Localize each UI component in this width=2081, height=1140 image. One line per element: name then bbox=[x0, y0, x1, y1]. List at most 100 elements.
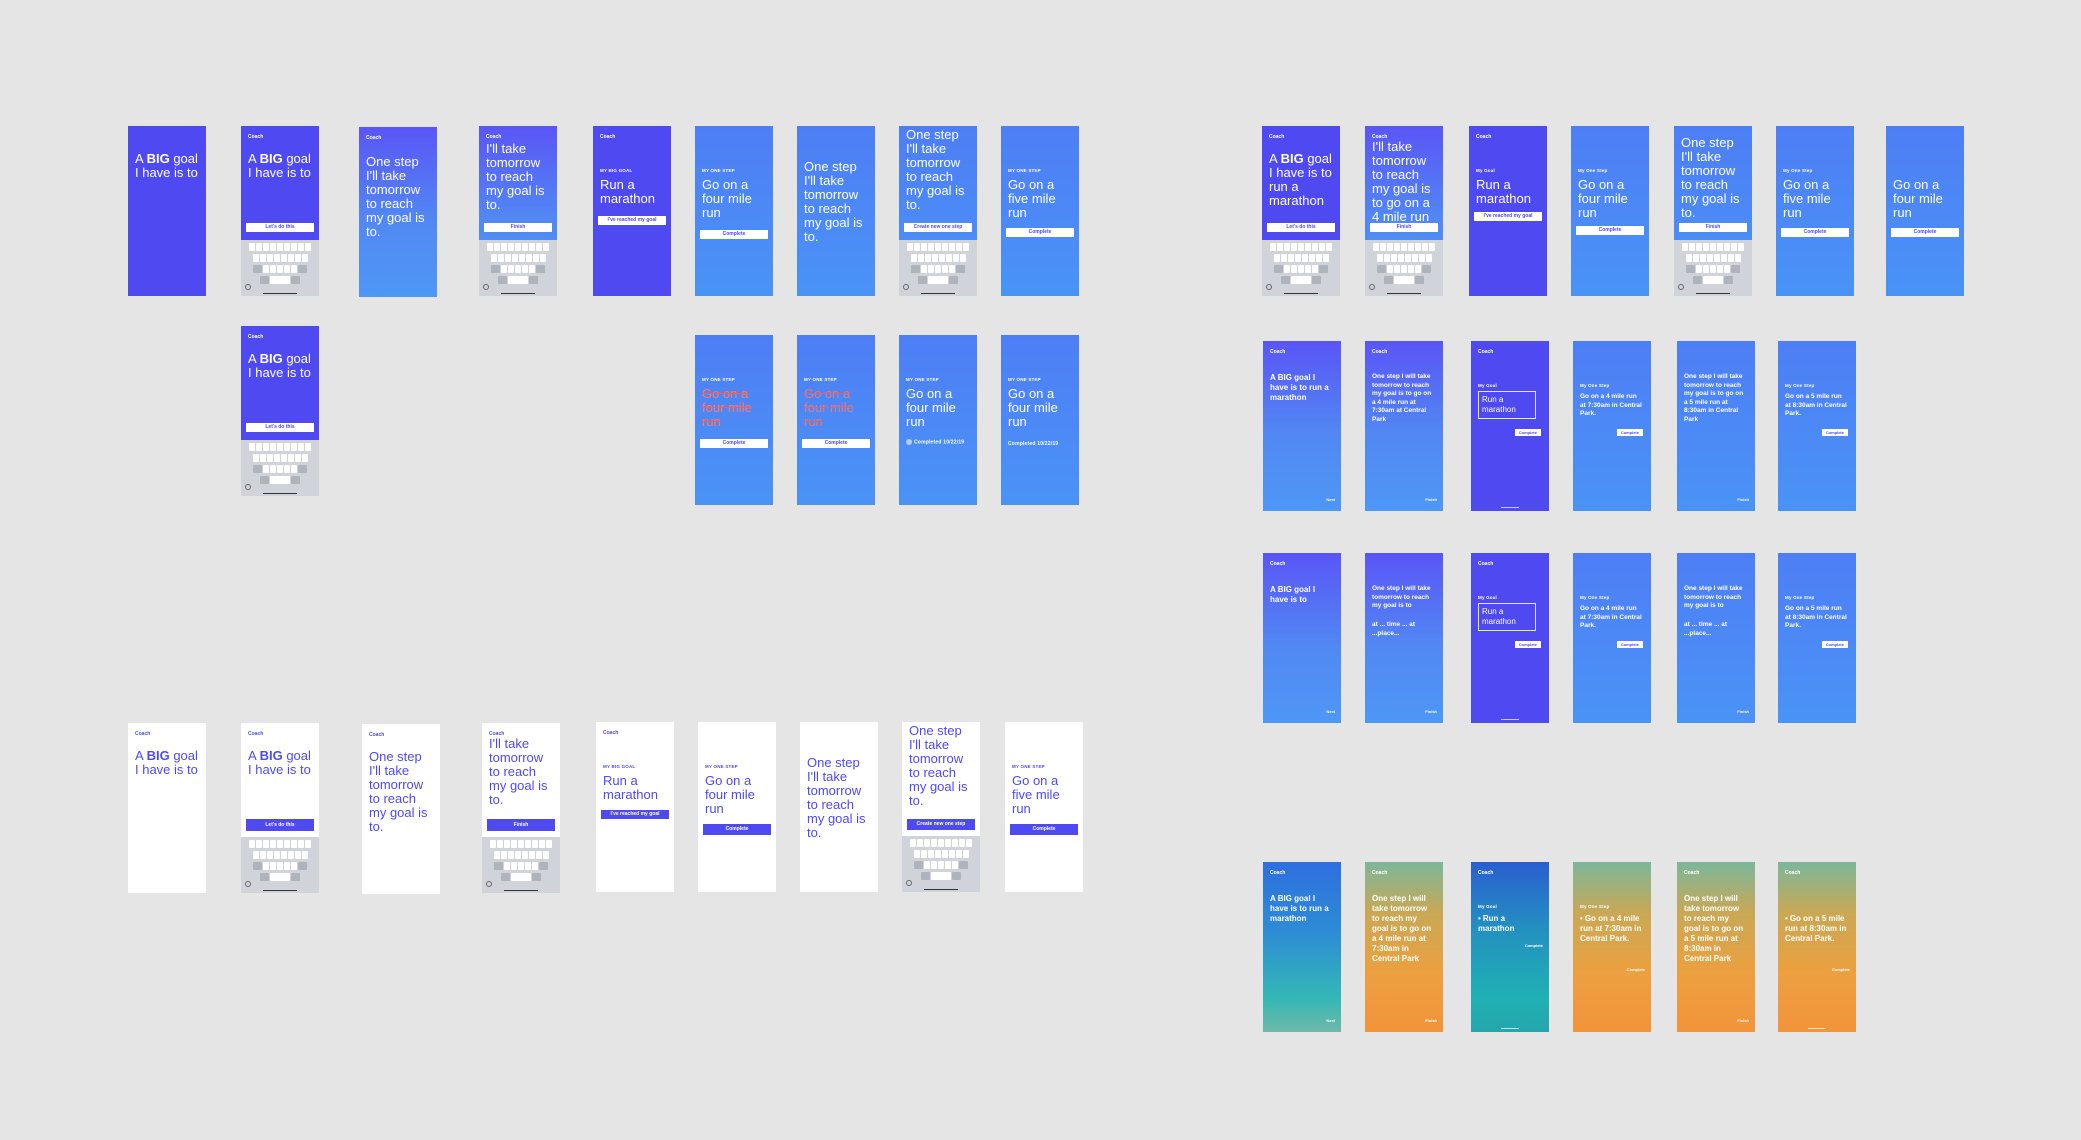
create-step-button[interactable]: Create new one step bbox=[904, 223, 972, 232]
finish-button[interactable]: Finish bbox=[487, 819, 555, 831]
artboard-completed[interactable]: MY ONE STEP Go on a four mile run Comple… bbox=[1001, 335, 1079, 505]
r2-my-goal-box[interactable]: Coach My Goal Run a marathon Complete bbox=[1471, 341, 1549, 511]
globe-icon[interactable] bbox=[1678, 284, 1684, 290]
goal-box[interactable]: Run a marathon bbox=[1478, 603, 1536, 631]
r3-go-5mile[interactable]: My One Step Go on a 5 mile run at 8:30am… bbox=[1778, 553, 1856, 723]
keyboard[interactable] bbox=[902, 836, 980, 892]
keyboard[interactable] bbox=[241, 837, 319, 893]
r3-one-step-placeholder-2[interactable]: One step I will take tomorrow to reach m… bbox=[1677, 553, 1755, 723]
artboard-big-goal-keyboard[interactable]: Coach A BIG goal I have is to Let's do t… bbox=[241, 126, 319, 296]
artboard-white-five-mile[interactable]: MY ONE STEP Go on a five mile run Comple… bbox=[1005, 722, 1083, 892]
artboard-white-create[interactable]: One step I'll take tomorrow to reach my … bbox=[902, 722, 980, 892]
r1-four-mile-2[interactable]: Go on a four mile run Complete bbox=[1886, 126, 1964, 296]
r4-go-4mile[interactable]: My One Step Go on a 4 mile run at 7:30am… bbox=[1573, 862, 1651, 1032]
artboard-completed-check[interactable]: MY ONE STEP Go on a four mile run Comple… bbox=[899, 335, 977, 505]
globe-icon[interactable] bbox=[906, 880, 912, 886]
r2-one-step-830[interactable]: One step I will take tomorrow to reach m… bbox=[1677, 341, 1755, 511]
artboard-white-one-step-2[interactable]: One step I'll take tomorrow to reach my … bbox=[800, 722, 878, 892]
complete-button[interactable]: Complete bbox=[1010, 824, 1078, 835]
finish-link[interactable]: Finish bbox=[1737, 709, 1749, 714]
artboard-big-goal[interactable]: Coach A BIG goal I have is to bbox=[128, 126, 206, 296]
goal-box[interactable]: Run a marathon bbox=[1478, 391, 1536, 419]
complete-button[interactable]: Complete bbox=[1616, 429, 1643, 436]
keyboard[interactable] bbox=[479, 240, 557, 296]
artboard-one-step[interactable]: Coach One step I'll take tomorrow to rea… bbox=[359, 127, 437, 297]
artboard-white-big-goal-keyboard[interactable]: Coach A BIG goal I have is to Let's do t… bbox=[241, 723, 319, 893]
r1-five-mile[interactable]: My One Step Go on a five mile run Comple… bbox=[1776, 126, 1854, 296]
r2-go-5mile[interactable]: My One Step Go on a 5 mile run at 8:30am… bbox=[1778, 341, 1856, 511]
time-place-placeholder[interactable]: at ... time ... at ...place... bbox=[1684, 621, 1747, 638]
keyboard[interactable] bbox=[241, 440, 319, 496]
next-link[interactable]: Next bbox=[1326, 497, 1335, 502]
r3-one-step-placeholder[interactable]: One step I will take tomorrow to reach m… bbox=[1365, 553, 1443, 723]
globe-icon[interactable] bbox=[486, 881, 492, 887]
globe-icon[interactable] bbox=[1266, 284, 1272, 290]
complete-link[interactable]: Complete bbox=[1832, 967, 1850, 972]
r2-big-goal[interactable]: Coach A BIG goal I have is to run a mara… bbox=[1263, 341, 1341, 511]
keyboard[interactable] bbox=[1365, 240, 1443, 296]
complete-button[interactable]: Complete bbox=[703, 824, 771, 835]
finish-link[interactable]: Finish bbox=[1425, 709, 1437, 714]
globe-icon[interactable] bbox=[903, 284, 909, 290]
finish-link[interactable]: Finish bbox=[1737, 1018, 1749, 1023]
artboard-one-step-2[interactable]: One step I'll take tomorrow to reach my … bbox=[797, 126, 875, 296]
artboard-strike-red[interactable]: MY ONE STEP Go on a four mile run Comple… bbox=[695, 335, 773, 505]
r3-my-goal-box[interactable]: Coach My Goal Run a marathon Complete bbox=[1471, 553, 1549, 723]
finish-link[interactable]: Finish bbox=[1425, 1018, 1437, 1023]
finish-button[interactable]: Finish bbox=[1679, 223, 1747, 232]
reached-goal-button[interactable]: I've reached my goal bbox=[601, 810, 669, 819]
complete-link[interactable]: Complete bbox=[1525, 943, 1543, 948]
next-link[interactable]: Next bbox=[1326, 709, 1335, 714]
artboard-white-ill-take[interactable]: Coach I'll take tomorrow to reach my goa… bbox=[482, 723, 560, 893]
r2-go-4mile[interactable]: My One Step Go on a 4 mile run at 7:30am… bbox=[1573, 341, 1651, 511]
complete-button[interactable]: Complete bbox=[1821, 641, 1848, 648]
time-place-placeholder[interactable]: at ... time ... at ...place... bbox=[1372, 621, 1435, 638]
complete-button[interactable]: Complete bbox=[1006, 228, 1074, 237]
r2-one-step-730[interactable]: Coach One step I will take tomorrow to r… bbox=[1365, 341, 1443, 511]
complete-button[interactable]: Complete bbox=[700, 439, 768, 448]
complete-button[interactable]: Complete bbox=[1514, 429, 1541, 436]
complete-button[interactable]: Complete bbox=[1576, 226, 1644, 235]
artboard-one-step-create[interactable]: One step I'll take tomorrow to reach my … bbox=[899, 126, 977, 296]
globe-icon[interactable] bbox=[1369, 284, 1375, 290]
keyboard[interactable] bbox=[899, 240, 977, 296]
reached-goal-button[interactable]: I've reached my goal bbox=[598, 216, 666, 225]
artboard-white-one-step[interactable]: Coach One step I'll take tomorrow to rea… bbox=[362, 724, 440, 894]
artboard-white-four-mile[interactable]: MY ONE STEP Go on a four mile run Comple… bbox=[698, 722, 776, 892]
complete-button[interactable]: Complete bbox=[1781, 228, 1849, 237]
r4-one-step-730[interactable]: Coach One step I will take tomorrow to r… bbox=[1365, 862, 1443, 1032]
finish-link[interactable]: Finish bbox=[1425, 497, 1437, 502]
keyboard[interactable] bbox=[482, 837, 560, 893]
r3-big-goal[interactable]: Coach A BIG goal I have is to Next bbox=[1263, 553, 1341, 723]
lets-do-this-button[interactable]: Let's do this bbox=[246, 423, 314, 432]
complete-button[interactable]: Complete bbox=[1891, 228, 1959, 237]
r1-four-mile[interactable]: My One Step Go on a four mile run Comple… bbox=[1571, 126, 1649, 296]
next-link[interactable]: Next bbox=[1326, 1018, 1335, 1023]
r1-ill-take-keyboard[interactable]: Coach I'll take tomorrow to reach my goa… bbox=[1365, 126, 1443, 296]
complete-button[interactable]: Complete bbox=[1821, 429, 1848, 436]
create-step-button[interactable]: Create new one step bbox=[907, 819, 975, 830]
lets-do-this-button[interactable]: Let's do this bbox=[1267, 223, 1335, 232]
r1-one-step-keyboard[interactable]: One step I'll take tomorrow to reach my … bbox=[1674, 126, 1752, 296]
globe-icon[interactable] bbox=[245, 284, 251, 290]
r4-go-5mile[interactable]: Coach Go on a 5 mile run at 8:30am in Ce… bbox=[1778, 862, 1856, 1032]
lets-do-this-button[interactable]: Let's do this bbox=[246, 223, 314, 232]
globe-icon[interactable] bbox=[483, 284, 489, 290]
artboard-big-goal-keyboard-2[interactable]: Coach A BIG goal I have is to Let's do t… bbox=[241, 326, 319, 496]
complete-link[interactable]: Complete bbox=[1627, 967, 1645, 972]
r4-my-goal[interactable]: Coach My Goal Run a marathon Complete bbox=[1471, 862, 1549, 1032]
globe-icon[interactable] bbox=[245, 484, 251, 490]
r4-one-step-830[interactable]: Coach One step I will take tomorrow to r… bbox=[1677, 862, 1755, 1032]
r3-go-4mile[interactable]: My One Step Go on a 4 mile run at 7:30am… bbox=[1573, 553, 1651, 723]
artboard-five-mile[interactable]: MY ONE STEP Go on a five mile run Comple… bbox=[1001, 126, 1079, 296]
complete-button[interactable]: Complete bbox=[1514, 641, 1541, 648]
finish-button[interactable]: Finish bbox=[484, 223, 552, 232]
artboard-four-mile[interactable]: MY ONE STEP Go on a four mile run Comple… bbox=[695, 126, 773, 296]
lets-do-this-button[interactable]: Let's do this bbox=[246, 819, 314, 831]
finish-button[interactable]: Finish bbox=[1370, 223, 1438, 232]
keyboard[interactable] bbox=[1674, 240, 1752, 296]
complete-button[interactable]: Complete bbox=[802, 439, 870, 448]
artboard-white-big-goal[interactable]: Coach A BIG goal I have is to bbox=[128, 723, 206, 893]
artboard-one-step-keyboard[interactable]: Coach I'll take tomorrow to reach my goa… bbox=[479, 126, 557, 296]
artboard-strike-done[interactable]: MY ONE STEP Go on a four mile run Comple… bbox=[797, 335, 875, 505]
